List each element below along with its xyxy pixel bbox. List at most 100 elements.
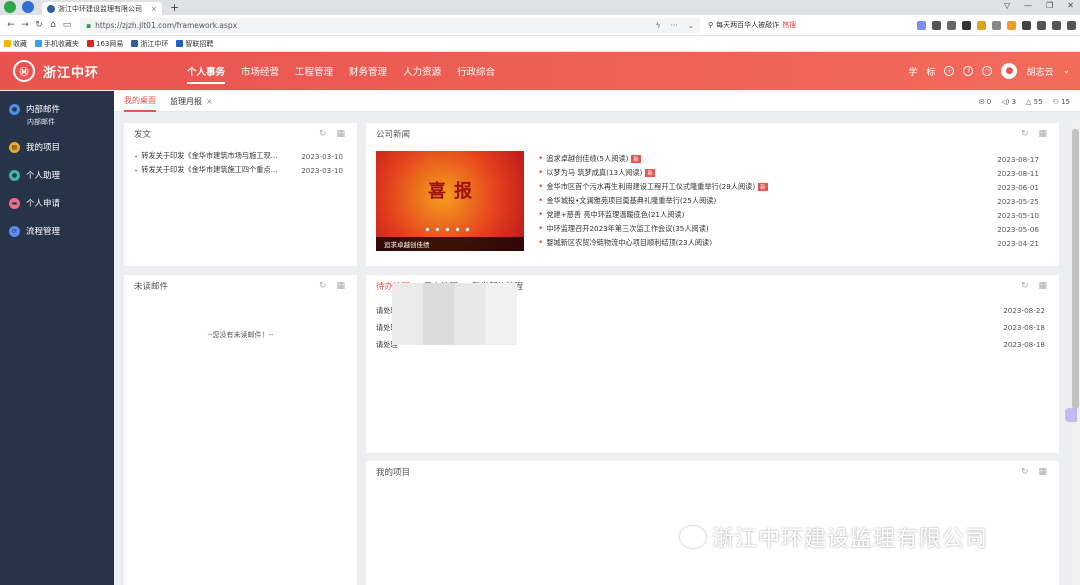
study-button[interactable]: 学 [908,65,917,78]
list-item[interactable]: • 婺城新区农贸冷链物流中心项目顺利结顶(23人阅读) 2023-04-21 [538,236,1053,250]
bell-counter[interactable]: △ 55 [1026,98,1043,106]
sidebar: ● 内部邮件 内部邮件 ▤ 我的项目 ● 个人助理 ▬ 个人申请 ⟳ 流程管理 [0,91,114,585]
restore-icon[interactable]: ❐ [1046,1,1053,10]
nav-item-engineering[interactable]: 工程管理 [295,64,333,78]
home-icon[interactable]: ⌂ [46,20,60,30]
sidebar-item-projects[interactable]: ▤ 我的项目 [0,133,114,161]
bookmark-item[interactable]: 收藏 [4,39,27,49]
extension-icon[interactable] [1007,20,1016,30]
nav-item-hr[interactable]: 人力资源 [403,64,441,78]
tab-monthly-report[interactable]: 监理月报 × [170,91,213,112]
help-icon[interactable]: ? [963,66,974,76]
window-menu-icon[interactable]: ▽ [1004,1,1010,10]
scrollbar[interactable] [1071,119,1080,585]
refresh-icon[interactable]: ↻ [319,129,327,139]
browser-search-box[interactable]: ⚲ 每天两百华人被敲诈 热搜 [708,18,826,33]
list-item[interactable]: • 金华城投•文澜雅苑项目奠基典礼隆重举行(25人阅读) 2023-05-25 [538,194,1053,208]
wallet-icon[interactable]: ▭ [60,20,74,30]
browser-tab[interactable]: 浙江中环建设监理有限公司 × [42,2,162,15]
close-tab-icon[interactable]: × [151,5,157,13]
floating-tool-icon[interactable] [1065,408,1077,422]
grid-icon[interactable] [1022,20,1031,30]
new-tab-icon[interactable]: + [170,1,179,14]
more-icon[interactable]: ··· [671,21,678,30]
grid-icon[interactable]: ▦ [1038,129,1047,139]
tab-favicon-icon[interactable] [22,1,34,13]
minimize-icon[interactable]: — [1024,1,1032,10]
reload-icon[interactable]: ↻ [32,20,46,30]
empty-mail-message: --您没有未读邮件！-- [207,331,274,339]
news-banner[interactable]: 喜报 追求卓越创佳绩 [376,151,524,251]
user-counter[interactable]: ⚇ 15 [1053,98,1070,106]
workflow-icon: ⟳ [9,225,20,237]
close-window-icon[interactable]: ✕ [1067,1,1074,10]
user-name[interactable]: 胡志云 [1026,65,1053,78]
refresh-icon[interactable]: ↻ [319,281,327,291]
lightning-icon[interactable]: ϟ [656,21,661,30]
extension-icon[interactable] [992,20,1001,30]
window-controls: ▽ — ❐ ✕ [1004,1,1074,10]
speaker-counter[interactable]: ◁) 3 [1001,98,1016,106]
add-icon[interactable]: + [944,66,955,76]
carousel-dots[interactable] [425,227,470,232]
extension-icon[interactable] [977,20,986,30]
close-icon[interactable]: × [206,97,213,106]
list-item[interactable]: • 转发关于印发《金华市建筑市场与施工现... 2023-03-10 [124,149,357,163]
extension-icon[interactable] [932,20,941,30]
address-bar[interactable]: ▪ https://zjzh.jlt01.com/framework.aspx … [80,17,700,33]
download-icon[interactable] [1037,20,1046,30]
banner-title: 喜报 [428,181,480,202]
nav-item-market[interactable]: 市场经营 [241,64,279,78]
tab-desktop[interactable]: 我的桌面 [124,91,156,112]
sidebar-item-workflow[interactable]: ⟳ 流程管理 [0,217,114,245]
refresh-icon[interactable]: ↻ [1021,467,1029,477]
grid-icon[interactable]: ▦ [336,129,345,139]
nav-item-admin[interactable]: 行政综合 [457,64,495,78]
list-item[interactable]: • 转发关于印发《金华市建筑施工四个重点... 2023-03-10 [124,163,357,177]
undo-icon[interactable] [1052,20,1061,30]
nav-item-finance[interactable]: 财务管理 [349,64,387,78]
panel-title: 我的项目 [376,468,411,478]
refresh-icon[interactable]: ↻ [1021,129,1029,139]
bookmark-item[interactable]: 浙江中环 [131,39,168,49]
list-item[interactable]: • 金华市区首个污水再生利用建设工程开工仪式隆重举行(29人阅读) 新 2023-06… [538,180,1053,194]
browser-tab-title: 浙江中环建设监理有限公司 [58,4,142,13]
wechat-icon [680,526,706,548]
forward-icon[interactable]: → [18,20,32,30]
bookmark-item[interactable]: 手机收藏夹 [35,39,79,49]
headset-icon[interactable]: ◠ [982,66,993,76]
panel-title: 未读邮件 [134,282,169,292]
bookmark-item[interactable]: 163网易 [87,39,123,49]
panel-title: 发文 [134,130,152,140]
new-badge: 新 [631,155,641,163]
avatar[interactable]: ● [1001,63,1018,79]
refresh-icon[interactable]: ↻ [1021,281,1029,291]
bookmark-item[interactable]: 智联招聘 [176,39,213,49]
sidebar-item-apply[interactable]: ▬ 个人申请 [0,189,114,217]
sidebar-item-assistant[interactable]: ● 个人助理 [0,161,114,189]
news-list: • 追求卓越创佳绩(5人阅读) 新 2023-08-17 • 以梦为马 筑梦成真(13人… [538,152,1053,250]
grid-icon[interactable]: ▦ [336,281,345,291]
dropdown-icon[interactable]: ⌄ [688,21,694,30]
extension-icon[interactable] [947,20,956,30]
scissors-icon[interactable] [962,20,971,30]
nav-item-personal[interactable]: 个人事务 [187,64,226,84]
menu-icon[interactable] [1067,20,1076,30]
list-item[interactable]: • 追求卓越创佳绩(5人阅读) 新 2023-08-17 [538,152,1053,166]
chevron-down-icon[interactable]: ⌄ [1062,66,1070,76]
sidebar-subitem-mail[interactable]: 内部邮件 [0,117,114,133]
list-item[interactable]: • 党建+慈善 亮中环监理温暖底色(21人阅读) 2023-05-10 [538,208,1053,222]
extension-icon[interactable] [917,20,926,30]
grid-icon[interactable]: ▦ [1038,467,1047,477]
mark-button[interactable]: 标 [926,65,935,78]
banner-caption: 追求卓越创佳绩 [376,237,524,251]
back-icon[interactable]: ← [4,20,18,30]
list-item[interactable]: • 中环监理召开2023年第三次监工作会议(35人阅读) 2023-05-06 [538,222,1053,236]
mail-icon: ● [9,103,20,115]
mail-counter[interactable]: ✉ 0 [979,98,992,106]
company-logo-icon: Ⓜ [13,60,35,82]
grid-icon[interactable]: ▦ [1038,281,1047,291]
status-counters: ✉ 0 ◁) 3 △ 55 ⚇ 15 [979,91,1070,112]
main-nav: 个人事务 市场经营 工程管理 财务管理 人力资源 行政综合 [187,52,495,90]
list-item[interactable]: • 以梦为马 筑梦成真(13人阅读) 新 2023-08-11 [538,166,1053,180]
